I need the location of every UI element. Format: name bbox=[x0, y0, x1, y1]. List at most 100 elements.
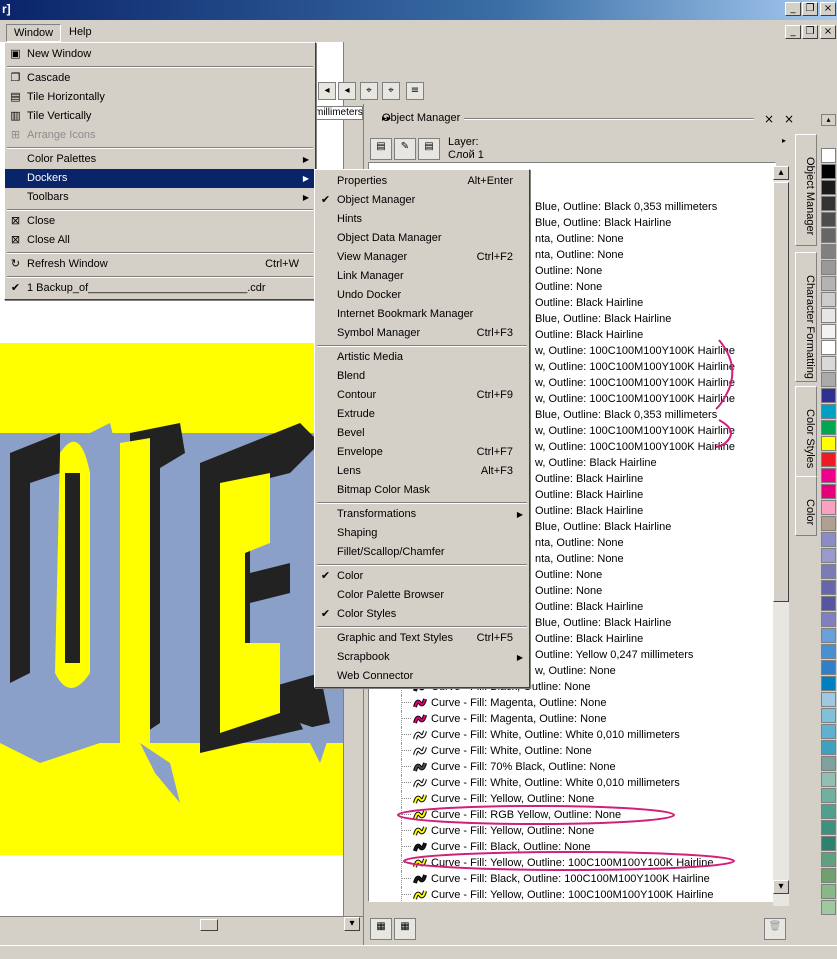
yellow-rectangle[interactable] bbox=[0, 343, 343, 855]
hscroll-thumb[interactable] bbox=[200, 919, 218, 931]
menu-item-color[interactable]: ✔ Color bbox=[315, 567, 529, 586]
color-swatch[interactable] bbox=[821, 164, 836, 179]
color-swatch[interactable] bbox=[821, 724, 836, 739]
menu-item-properties[interactable]: Properties Alt+Enter bbox=[315, 172, 529, 191]
menu-item-hints[interactable]: Hints bbox=[315, 210, 529, 229]
menu-item-extrude[interactable]: Extrude bbox=[315, 405, 529, 424]
color-swatch[interactable] bbox=[821, 196, 836, 211]
color-swatch[interactable] bbox=[821, 532, 836, 547]
menu-item-web-connector[interactable]: Web Connector bbox=[315, 667, 529, 686]
color-swatch[interactable] bbox=[821, 404, 836, 419]
menu-item-color-palettes[interactable]: Color Palettes ▶ bbox=[5, 150, 315, 169]
color-swatch[interactable] bbox=[821, 260, 836, 275]
menu-item-1-backup-of-cdr[interactable]: ✔ 1 Backup_of__________________________.c… bbox=[5, 279, 315, 298]
menu-item-contour[interactable]: Contour Ctrl+F9 bbox=[315, 386, 529, 405]
color-swatch[interactable] bbox=[821, 356, 836, 371]
menu-item-undo-docker[interactable]: Undo Docker bbox=[315, 286, 529, 305]
doc-minimize-icon[interactable]: _ bbox=[785, 25, 801, 39]
menu-item-bitmap-color-mask[interactable]: Bitmap Color Mask bbox=[315, 481, 529, 500]
menu-item-object-manager[interactable]: ✔ Object Manager bbox=[315, 191, 529, 210]
color-swatch[interactable] bbox=[821, 676, 836, 691]
menu-item-object-data-manager[interactable]: Object Data Manager bbox=[315, 229, 529, 248]
scroll-down-icon[interactable]: ▾ bbox=[344, 917, 360, 931]
menu-item-transformations[interactable]: Transformations ▶ bbox=[315, 505, 529, 524]
color-swatch[interactable] bbox=[821, 884, 836, 899]
color-swatch[interactable] bbox=[821, 836, 836, 851]
doc-close-icon[interactable]: × bbox=[820, 25, 836, 39]
menu-item-lens[interactable]: Lens Alt+F3 bbox=[315, 462, 529, 481]
menu-item-symbol-manager[interactable]: Symbol Manager Ctrl+F3 bbox=[315, 324, 529, 343]
color-swatch[interactable] bbox=[821, 292, 836, 307]
color-swatch[interactable] bbox=[821, 452, 836, 467]
doc-restore-icon[interactable]: ❐ bbox=[802, 25, 818, 39]
color-swatch[interactable] bbox=[821, 500, 836, 515]
menu-item-envelope[interactable]: Envelope Ctrl+F7 bbox=[315, 443, 529, 462]
color-swatch[interactable] bbox=[821, 900, 836, 915]
tb-pick-icon[interactable]: ⌖ bbox=[360, 82, 378, 100]
color-swatch[interactable] bbox=[821, 612, 836, 627]
menu-help[interactable]: Help bbox=[62, 24, 99, 42]
close-icon[interactable]: × bbox=[820, 2, 836, 16]
tab-color-styles[interactable]: Color Styles bbox=[795, 386, 817, 482]
color-swatch[interactable] bbox=[821, 324, 836, 339]
menu-item-cascade[interactable]: ❐ Cascade bbox=[5, 69, 315, 88]
menu-item-view-manager[interactable]: View Manager Ctrl+F2 bbox=[315, 248, 529, 267]
color-swatch[interactable] bbox=[821, 340, 836, 355]
color-swatch[interactable] bbox=[821, 740, 836, 755]
menu-item-fillet-scallop-chamfer[interactable]: Fillet/Scallop/Chamfer bbox=[315, 543, 529, 562]
menu-item-dockers[interactable]: Dockers ▶ bbox=[5, 169, 315, 188]
color-swatch[interactable] bbox=[821, 276, 836, 291]
tb-select-icon[interactable]: ⌖ bbox=[382, 82, 400, 100]
color-swatch[interactable] bbox=[821, 516, 836, 531]
color-swatch[interactable] bbox=[821, 372, 836, 387]
menu-item-internet-bookmark-manager[interactable]: Internet Bookmark Manager bbox=[315, 305, 529, 324]
color-swatch[interactable] bbox=[821, 420, 836, 435]
color-swatch[interactable] bbox=[821, 756, 836, 771]
palette-scroll-up-icon[interactable]: ▴ bbox=[821, 114, 836, 126]
horizontal-scrollbar[interactable]: ▾ bbox=[0, 916, 363, 933]
menu-item-tile-horizontally[interactable]: ▤ Tile Horizontally bbox=[5, 88, 315, 107]
color-swatch[interactable] bbox=[821, 820, 836, 835]
color-swatch[interactable] bbox=[821, 580, 836, 595]
color-swatch[interactable] bbox=[821, 228, 836, 243]
color-swatch[interactable] bbox=[821, 212, 836, 227]
color-palette[interactable]: ▴ bbox=[819, 112, 837, 945]
menu-item-close[interactable]: ⊠ Close bbox=[5, 212, 315, 231]
color-swatch[interactable] bbox=[821, 660, 836, 675]
restore-icon[interactable]: ❐ bbox=[802, 2, 818, 16]
tab-object-manager[interactable]: Object Manager bbox=[795, 134, 817, 246]
tab-color[interactable]: Color bbox=[795, 476, 817, 536]
color-swatch[interactable] bbox=[821, 484, 836, 499]
color-swatch[interactable] bbox=[821, 244, 836, 259]
color-swatch[interactable] bbox=[821, 436, 836, 451]
tb-icon-1[interactable]: ◂ bbox=[318, 82, 336, 100]
menu-item-color-styles[interactable]: ✔ Color Styles bbox=[315, 605, 529, 624]
menu-item-graphic-and-text-styles[interactable]: Graphic and Text Styles Ctrl+F5 bbox=[315, 629, 529, 648]
menu-item-bevel[interactable]: Bevel bbox=[315, 424, 529, 443]
color-swatch[interactable] bbox=[821, 388, 836, 403]
tb-icon-2[interactable]: ◂ bbox=[338, 82, 356, 100]
menu-item-shaping[interactable]: Shaping bbox=[315, 524, 529, 543]
color-swatch[interactable] bbox=[821, 772, 836, 787]
menu-item-link-manager[interactable]: Link Manager bbox=[315, 267, 529, 286]
menu-item-scrapbook[interactable]: Scrapbook ▶ bbox=[315, 648, 529, 667]
color-swatch[interactable] bbox=[821, 692, 836, 707]
menu-item-toolbars[interactable]: Toolbars ▶ bbox=[5, 188, 315, 207]
color-swatch[interactable] bbox=[821, 548, 836, 563]
color-swatch[interactable] bbox=[821, 788, 836, 803]
color-swatch[interactable] bbox=[821, 868, 836, 883]
color-swatch[interactable] bbox=[821, 708, 836, 723]
color-swatch[interactable] bbox=[821, 852, 836, 867]
color-swatch[interactable] bbox=[821, 180, 836, 195]
menu-item-new-window[interactable]: ▣ New Window bbox=[5, 45, 315, 64]
color-swatch[interactable] bbox=[821, 628, 836, 643]
menu-item-color-palette-browser[interactable]: Color Palette Browser bbox=[315, 586, 529, 605]
color-swatch[interactable] bbox=[821, 644, 836, 659]
tab-character-formatting[interactable]: Character Formatting bbox=[795, 252, 817, 382]
menu-item-tile-vertically[interactable]: ▥ Tile Vertically bbox=[5, 107, 315, 126]
menu-item-blend[interactable]: Blend bbox=[315, 367, 529, 386]
color-swatch[interactable] bbox=[821, 148, 836, 163]
color-swatch[interactable] bbox=[821, 308, 836, 323]
color-swatch[interactable] bbox=[821, 564, 836, 579]
color-swatch[interactable] bbox=[821, 804, 836, 819]
